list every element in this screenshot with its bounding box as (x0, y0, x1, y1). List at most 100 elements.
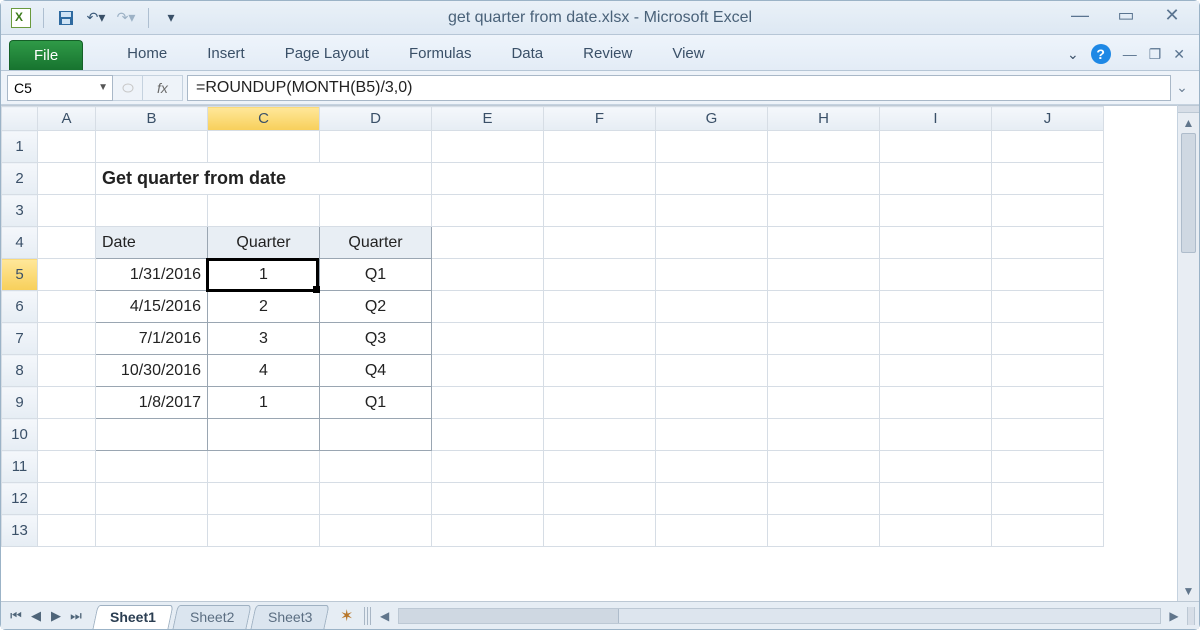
col-header-g[interactable]: G (656, 107, 768, 131)
cell-b9[interactable]: 1/8/2017 (96, 387, 208, 419)
quick-access-toolbar: ↶▾ ↷▾ ▾ (1, 8, 181, 28)
formula-text: =ROUNDUP(MONTH(B5)/3,0) (196, 79, 412, 97)
cell-b4[interactable]: Date (96, 227, 208, 259)
name-box-dropdown-icon[interactable]: ▼ (98, 82, 108, 93)
tab-page-layout[interactable]: Page Layout (265, 39, 389, 70)
row-header-6[interactable]: 6 (2, 291, 38, 323)
split-handle-horizontal[interactable] (1178, 105, 1199, 113)
ribbon-tabs: File Home Insert Page Layout Formulas Da… (1, 35, 1199, 71)
cell-c7[interactable]: 3 (208, 323, 320, 355)
doc-close-button[interactable]: ✕ (1173, 46, 1185, 63)
col-header-a[interactable]: A (38, 107, 96, 131)
cell-b5[interactable]: 1/31/2016 (96, 259, 208, 291)
cell-d5[interactable]: Q1 (320, 259, 432, 291)
cell-b7[interactable]: 7/1/2016 (96, 323, 208, 355)
cell-d6[interactable]: Q2 (320, 291, 432, 323)
close-button[interactable]: ✕ (1161, 5, 1183, 26)
formula-bar-expand-button[interactable]: ⌄ (1171, 79, 1193, 96)
qat-separator (148, 8, 149, 28)
cell-c4[interactable]: Quarter (208, 227, 320, 259)
row-header-11[interactable]: 11 (2, 451, 38, 483)
cell-d7[interactable]: Q3 (320, 323, 432, 355)
col-header-b[interactable]: B (96, 107, 208, 131)
col-header-e[interactable]: E (432, 107, 544, 131)
vscroll-thumb[interactable] (1181, 133, 1196, 253)
row-header-2[interactable]: 2 (2, 163, 38, 195)
tab-data[interactable]: Data (491, 39, 563, 70)
horizontal-scrollbar[interactable]: ◀ ▶ (360, 602, 1199, 629)
col-header-d[interactable]: D (320, 107, 432, 131)
row-header-1[interactable]: 1 (2, 131, 38, 163)
cell-d9[interactable]: Q1 (320, 387, 432, 419)
cell-c9[interactable]: 1 (208, 387, 320, 419)
col-header-c[interactable]: C (208, 107, 320, 131)
ribbon-minimize-toggle[interactable]: ⌄ (1067, 46, 1079, 63)
row-header-3[interactable]: 3 (2, 195, 38, 227)
col-header-i[interactable]: I (880, 107, 992, 131)
tab-view[interactable]: View (652, 39, 724, 70)
row-header-8[interactable]: 8 (2, 355, 38, 387)
select-all-corner[interactable] (2, 107, 38, 131)
tab-review[interactable]: Review (563, 39, 652, 70)
help-button[interactable]: ? (1091, 44, 1111, 64)
cell-c6[interactable]: 2 (208, 291, 320, 323)
scroll-right-button[interactable]: ▶ (1165, 609, 1183, 623)
undo-button[interactable]: ↶▾ (86, 8, 106, 28)
doc-restore-button[interactable]: ❐ (1149, 46, 1162, 63)
sheet-nav-prev[interactable]: ◀ (27, 608, 45, 624)
cell-c10[interactable] (208, 419, 320, 451)
cell-d4[interactable]: Quarter (320, 227, 432, 259)
sheet-tab-sheet2[interactable]: Sheet2 (172, 605, 251, 629)
maximize-button[interactable]: ▭ (1115, 5, 1137, 26)
cancel-formula-button[interactable] (113, 75, 143, 101)
tab-home[interactable]: Home (107, 39, 187, 70)
sheet-tab-sheet1[interactable]: Sheet1 (92, 605, 173, 629)
title-bar: ↶▾ ↷▾ ▾ get quarter from date.xlsx - Mic… (1, 1, 1199, 35)
row-header-9[interactable]: 9 (2, 387, 38, 419)
qat-customize-button[interactable]: ▾ (161, 8, 181, 28)
row-header-13[interactable]: 13 (2, 515, 38, 547)
vertical-scrollbar[interactable]: ▲ ▼ (1177, 105, 1199, 601)
worksheet-grid[interactable]: A B C D E F G H I J 1 2 Get quarter from… (1, 105, 1177, 601)
sheet-nav-first[interactable]: ⏮ (7, 608, 25, 624)
cell-c8[interactable]: 4 (208, 355, 320, 387)
col-header-j[interactable]: J (992, 107, 1104, 131)
file-tab[interactable]: File (9, 40, 83, 70)
name-box[interactable]: C5 ▼ (7, 75, 113, 101)
minimize-button[interactable]: ― (1069, 5, 1091, 26)
insert-function-button[interactable]: fx (143, 75, 183, 101)
col-header-h[interactable]: H (768, 107, 880, 131)
tab-scroll-split[interactable] (364, 607, 372, 625)
cell-b6[interactable]: 4/15/2016 (96, 291, 208, 323)
doc-minimize-button[interactable]: ― (1123, 46, 1137, 62)
row-header-5[interactable]: 5 (2, 259, 38, 291)
scroll-left-button[interactable]: ◀ (376, 609, 394, 623)
row-header-4[interactable]: 4 (2, 227, 38, 259)
hscroll-track[interactable] (398, 608, 1161, 624)
tab-insert[interactable]: Insert (187, 39, 265, 70)
row-header-12[interactable]: 12 (2, 483, 38, 515)
sheet-nav-next[interactable]: ▶ (47, 608, 65, 624)
cell-d10[interactable] (320, 419, 432, 451)
split-handle-vertical[interactable] (1187, 607, 1195, 625)
save-button[interactable] (56, 8, 76, 28)
hscroll-thumb[interactable] (399, 609, 619, 623)
new-sheet-button[interactable]: ✶ (334, 607, 360, 625)
sheet-tab-sheet3[interactable]: Sheet3 (251, 605, 330, 629)
col-header-f[interactable]: F (544, 107, 656, 131)
scroll-up-button[interactable]: ▲ (1178, 113, 1199, 133)
cell-b8[interactable]: 10/30/2016 (96, 355, 208, 387)
row-header-10[interactable]: 10 (2, 419, 38, 451)
tab-formulas[interactable]: Formulas (389, 39, 492, 70)
row-header-7[interactable]: 7 (2, 323, 38, 355)
cell-b10[interactable] (96, 419, 208, 451)
formula-input[interactable]: =ROUNDUP(MONTH(B5)/3,0) (187, 75, 1171, 101)
cell-d8[interactable]: Q4 (320, 355, 432, 387)
cell-c5[interactable]: 1 (208, 259, 320, 291)
sheet-nav-last[interactable]: ⏭ (67, 608, 85, 624)
cell-b2-title[interactable]: Get quarter from date (96, 163, 432, 195)
redo-button[interactable]: ↷▾ (116, 8, 136, 28)
scroll-down-button[interactable]: ▼ (1178, 581, 1199, 601)
name-box-value: C5 (14, 80, 32, 96)
vscroll-track[interactable] (1178, 133, 1199, 581)
